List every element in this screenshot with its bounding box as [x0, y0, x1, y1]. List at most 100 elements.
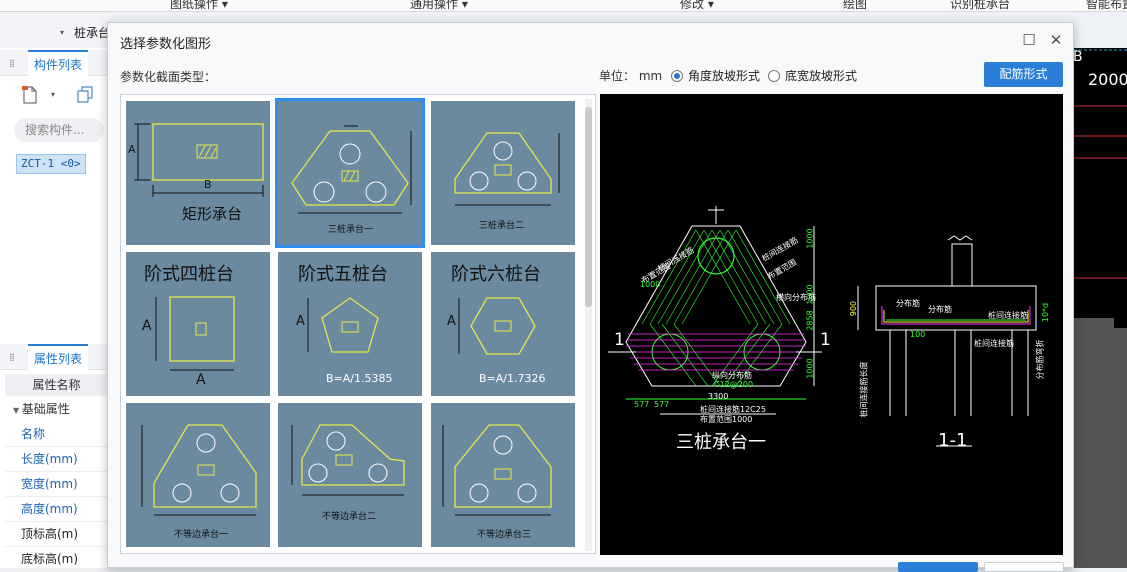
shape-thumb-three-pile-2[interactable]: 三桩承台二	[431, 101, 575, 245]
cad-dim: 2858	[805, 310, 815, 331]
shape-thumb-unequal-1[interactable]: 不等边承台一	[126, 403, 270, 547]
property-header: 属性名称	[5, 374, 108, 396]
menu-smart-layout[interactable]: 智能布置	[1086, 0, 1127, 11]
property-group-label: 基础属性	[21, 402, 70, 416]
new-dropdown-icon[interactable]: ▾	[51, 90, 55, 99]
new-component-button[interactable]	[22, 86, 38, 104]
thumb-caption: 矩形承台	[182, 205, 243, 223]
dimension-value: 2000	[1088, 70, 1127, 89]
cad-dim: 577	[634, 400, 650, 409]
close-button[interactable]: ✕	[1045, 29, 1067, 51]
canvas-graphics	[1074, 49, 1127, 568]
dim-label-a: A	[128, 143, 136, 156]
section-mark-left: 1	[614, 330, 625, 350]
shape-thumb-rect-cap[interactable]: A B 矩形承台	[126, 101, 270, 245]
confirm-button[interactable]	[898, 562, 978, 572]
maximize-button[interactable]: ☐	[1018, 29, 1040, 51]
shape-thumb-three-pile-1[interactable]: 三桩承台一	[275, 98, 425, 248]
shape-preview-panel: 三桩承台一 1-1 1 1 桩间连接筋 布置范围 横向分布筋 桩间连接筋 布置范…	[600, 94, 1063, 555]
section-title: 1-1	[938, 430, 968, 451]
unit-value: mm	[638, 69, 663, 83]
thumb-caption: 阶式五桩台	[298, 264, 388, 285]
cancel-button[interactable]	[984, 562, 1064, 572]
cad-label: 布置范围1000	[700, 415, 753, 424]
thumb-caption: 三桩承台二	[479, 221, 525, 231]
parametric-shape-dialog: 选择参数化图形 ☐ ✕ 参数化截面类型： 单位： mm 角度放坡形式 底宽放坡形…	[107, 22, 1074, 572]
unequal-cap-diagram	[442, 424, 552, 516]
thumb-caption: 不等边承台二	[322, 512, 377, 522]
menu-identify-cap[interactable]: 识别桩承台	[950, 0, 1010, 11]
cad-label: 分布筋	[896, 299, 920, 308]
shape-thumb-unequal-2[interactable]: 不等边承台二	[278, 403, 422, 547]
menu-draw[interactable]: 绘图	[843, 0, 867, 11]
cad-label: 分布筋弯折	[1035, 339, 1045, 380]
shape-thumb-stepped-four[interactable]: 阶式四桩台 A A	[126, 252, 270, 396]
component-type-label[interactable]: 桩承台	[74, 24, 110, 41]
radio-unchecked-icon	[768, 69, 780, 82]
property-group-basic[interactable]: ▼ 基础属性	[5, 398, 108, 420]
property-row[interactable]: 高度(mm)	[5, 497, 108, 522]
dim-label-b: A	[196, 372, 206, 388]
thumb-caption: 不等边承台一	[174, 530, 229, 540]
unit-caption: 单位：	[599, 69, 636, 83]
property-row[interactable]: 底标高(m)	[5, 547, 108, 572]
cad-preview-drawing	[608, 206, 1037, 447]
dim-label-b: B	[204, 178, 212, 191]
cad-label: 桩间连接筋	[974, 339, 1014, 348]
property-row[interactable]: 顶标高(m)	[5, 522, 108, 547]
unequal-cap-diagram	[141, 424, 257, 516]
cad-dim: 1000	[805, 284, 815, 305]
shape-thumb-stepped-five[interactable]: 阶式五桩台 A B=A/1.5385	[278, 252, 422, 396]
cad-label: 分布筋	[928, 305, 952, 314]
radio-checked-icon	[671, 69, 683, 82]
formula-label: B=A/1.7326	[479, 372, 546, 385]
component-list-tab-bar: ⁞⁞ 构件列表	[0, 50, 108, 76]
gallery-scrollbar[interactable]	[585, 99, 592, 551]
drag-handle-icon[interactable]: ⁞⁞	[9, 57, 15, 70]
new-file-icon	[22, 86, 37, 104]
dim-label-a: A	[296, 314, 305, 329]
property-row[interactable]: 名称	[5, 422, 108, 447]
cad-label: C12@200	[714, 380, 754, 389]
unequal-cap-diagram	[291, 424, 405, 496]
cad-dim: 900	[849, 300, 859, 317]
plan-title: 三桩承台一	[676, 432, 766, 453]
tab-property-list[interactable]: 属性列表	[28, 344, 89, 370]
menu-common-ops[interactable]: 通用操作 ▾	[410, 0, 468, 11]
drag-handle-icon[interactable]: ⁞⁞	[9, 351, 15, 364]
cad-dim: 3300	[708, 392, 729, 401]
cad-dim: 1000	[805, 358, 815, 379]
formula-label: B=A/1.5385	[326, 372, 393, 385]
shape-thumb-unequal-3[interactable]: 不等边承台三	[431, 403, 575, 547]
component-list-item[interactable]: ZCT-1 <0>	[16, 154, 86, 174]
rebar-form-button[interactable]: 配筋形式	[984, 62, 1063, 87]
drawing-canvas[interactable]: B 2000	[1074, 48, 1127, 568]
menu-drawing-ops[interactable]: 图纸操作 ▾	[170, 0, 228, 11]
radio-angle-slope[interactable]: 角度放坡形式	[671, 67, 760, 84]
menu-label: 修改	[680, 0, 705, 11]
property-row[interactable]: 宽度(mm)	[5, 472, 108, 497]
radio-width-slope[interactable]: 底宽放坡形式	[768, 67, 857, 84]
cad-label: 桩间连接筋长度	[859, 361, 869, 418]
cad-dim: 10*d	[1041, 302, 1051, 323]
copy-icon	[77, 86, 93, 103]
component-search-input[interactable]: 搜索构件...	[14, 118, 104, 142]
property-row[interactable]: 长度(mm)	[5, 447, 108, 472]
shape-gallery: A B 矩形承台 三桩承台一 三桩承台二 阶式四桩台 A A 阶式五桩台 A B…	[120, 94, 596, 554]
tab-component-list[interactable]: 构件列表	[28, 50, 89, 76]
scrollbar-thumb[interactable]	[585, 107, 592, 307]
thumb-caption: 阶式四桩台	[144, 264, 234, 285]
shape-thumb-stepped-six[interactable]: 阶式六桩台 A B=A/1.7326	[431, 252, 575, 396]
close-icon: ✕	[1049, 31, 1063, 49]
unit-label: 单位： mm	[599, 67, 662, 84]
cad-dim: 100	[910, 330, 926, 339]
maximize-icon: ☐	[1022, 31, 1036, 49]
menu-label: 通用操作	[410, 0, 459, 11]
radio-label: 底宽放坡形式	[785, 69, 858, 83]
dim-label-a: A	[142, 318, 152, 334]
copy-component-button[interactable]	[77, 86, 93, 104]
thumb-caption: 阶式六桩台	[451, 264, 541, 285]
axis-label: B	[1074, 49, 1083, 65]
menu-modify[interactable]: 修改 ▾	[680, 0, 714, 11]
chevron-down-icon[interactable]: ▾	[60, 28, 64, 37]
